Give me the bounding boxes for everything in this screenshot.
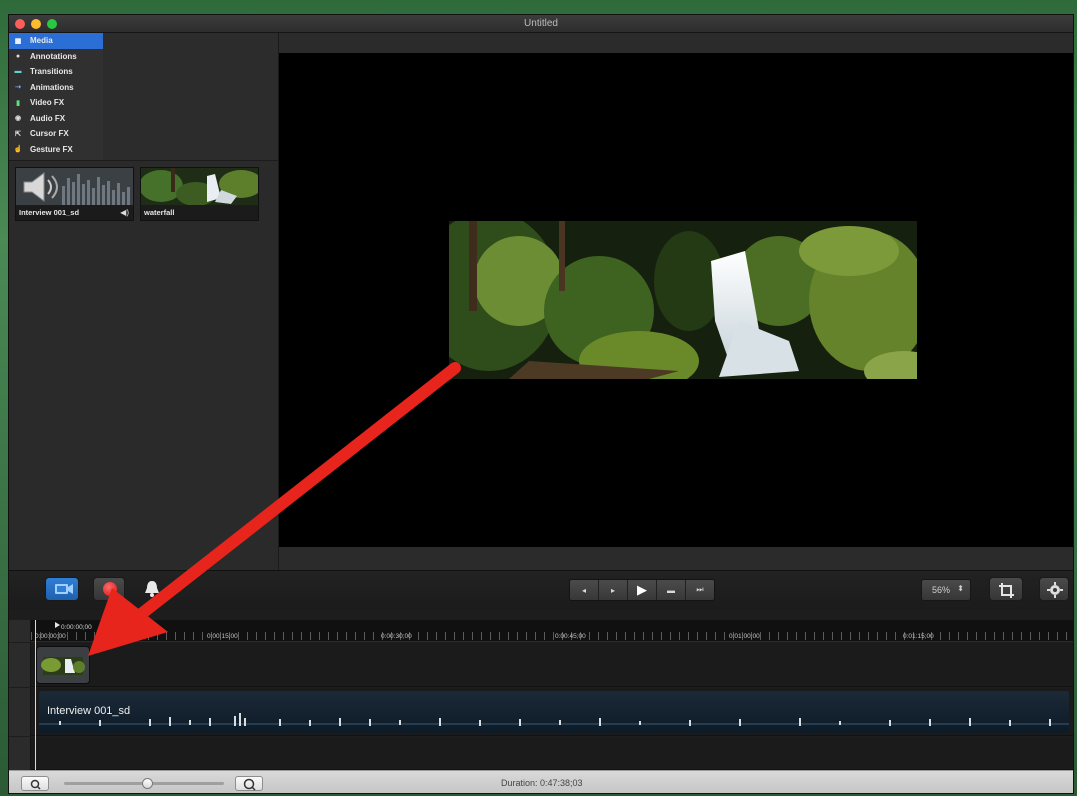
waterfall-preview-image[interactable] — [449, 221, 917, 379]
transitions-icon: ▬ — [14, 68, 22, 76]
gesture-fx-icon: ☝ — [13, 146, 23, 154]
library-sidebar: ▦ Media ● Annotations ▬ Transitions ⇢ An… — [9, 33, 279, 588]
category-label: Transitions — [30, 67, 73, 77]
category-gesture-fx[interactable]: ☝ Gesture FX — [9, 142, 103, 158]
media-item-audio[interactable]: Interview 001_sd ◀) — [15, 167, 134, 221]
category-transitions[interactable]: ▬ Transitions — [9, 64, 103, 80]
category-detail-panel — [103, 33, 278, 160]
audio-badge-icon: ◀) — [120, 208, 129, 217]
zoom-value: 56% — [932, 585, 951, 595]
rewind-button[interactable]: ◂ — [570, 580, 599, 600]
annotations-icon: ● — [15, 52, 21, 60]
category-label: Video FX — [30, 98, 65, 108]
settings-button[interactable] — [1039, 577, 1069, 601]
crop-icon — [999, 583, 1014, 598]
duration-label: Duration: 0:47:38;03 — [501, 778, 583, 788]
tick-label: 0:00:45;00 — [555, 633, 586, 640]
timeline-zoom-slider[interactable] — [64, 778, 224, 789]
zoom-in-button[interactable] — [235, 776, 263, 791]
media-icon: ▦ — [14, 37, 22, 45]
zoom-in-icon — [243, 778, 256, 791]
step-forward-button[interactable]: ▸ — [599, 580, 628, 600]
category-cursor-fx[interactable]: ⇱ Cursor FX — [9, 126, 103, 142]
category-label: Media — [30, 36, 53, 46]
waterfall-thumbnail — [141, 168, 258, 206]
tick-label: 0:00:15;00 — [207, 633, 238, 640]
tick-label: 0:01:00;00 — [729, 633, 760, 640]
app-window: Untitled ▦ Media ● Annotations ▬ Transit… — [8, 14, 1074, 794]
title-bar: Untitled — [9, 15, 1073, 33]
canvas-footer — [279, 547, 1073, 570]
cursor-fx-icon: ⇱ — [15, 130, 21, 138]
slider-knob[interactable] — [142, 778, 153, 789]
editor-toolbar: ◂ ▸ ▶ ▬ ⏭ 56% ⬍ — [9, 570, 1073, 610]
ruler-gutter — [9, 620, 31, 642]
gear-icon — [1047, 582, 1063, 598]
tick-label: 0:00:00;00 — [35, 633, 66, 640]
interview-audio-clip[interactable]: Interview 001_sd — [39, 691, 1069, 733]
category-label: Animations — [30, 82, 74, 92]
playhead-time: 0:00:00;00 — [61, 624, 92, 631]
stepper-icon: ⬍ — [957, 584, 964, 593]
category-media[interactable]: ▦ Media — [9, 33, 103, 49]
category-audio-fx[interactable]: ◉ Audio FX — [9, 111, 103, 127]
video-fx-icon: ▮ — [16, 99, 20, 107]
category-label: Audio FX — [30, 113, 66, 123]
animations-icon: ⇢ — [15, 84, 21, 92]
canvas-zoom-select[interactable]: 56% ⬍ — [921, 579, 971, 601]
record-button[interactable] — [93, 577, 125, 601]
tick-label: 0:00:30;00 — [381, 633, 412, 640]
status-bar: Duration: 0:47:38;03 — [9, 770, 1073, 793]
category-annotations[interactable]: ● Annotations — [9, 49, 103, 65]
playhead-flag-icon — [55, 622, 60, 628]
track-1-header[interactable] — [9, 643, 31, 687]
audio-waveform-thumbnail — [16, 168, 133, 206]
category-video-fx[interactable]: ▮ Video FX — [9, 95, 103, 111]
audio-clip-label: Interview 001_sd — [47, 705, 131, 717]
track-3-header[interactable] — [9, 737, 31, 770]
audio-fx-icon: ◉ — [14, 115, 22, 123]
play-button[interactable]: ▶ — [628, 580, 657, 600]
media-item-label: Interview 001_sd — [16, 205, 133, 220]
media-item-label: waterfall — [141, 205, 258, 220]
preview-canvas[interactable] — [279, 53, 1073, 547]
track-2-header[interactable] — [9, 688, 31, 736]
category-list: ▦ Media ● Annotations ▬ Transitions ⇢ An… — [9, 33, 103, 160]
window-title: Untitled — [524, 18, 558, 29]
video-track[interactable] — [31, 643, 1073, 687]
time-ruler[interactable]: 0:00:00;00 0:00:00;00 0:00:15;00 0:00:30… — [31, 620, 1073, 642]
category-label: Annotations — [30, 51, 77, 61]
media-library: Interview 001_sd ◀) waterfall — [9, 160, 278, 588]
stop-button[interactable]: ▬ — [657, 580, 686, 600]
category-label: Cursor FX — [30, 129, 69, 139]
transport-controls: ◂ ▸ ▶ ▬ ⏭ — [569, 579, 715, 601]
media-item-image[interactable]: waterfall — [140, 167, 259, 221]
empty-track[interactable] — [31, 737, 1073, 770]
zoom-out-icon — [30, 779, 41, 790]
category-label: Gesture FX — [30, 144, 73, 154]
skip-to-end-button[interactable]: ⏭ — [686, 580, 714, 600]
category-animations[interactable]: ⇢ Animations — [9, 80, 103, 96]
zoom-out-button[interactable] — [21, 776, 49, 791]
tick-label: 0:01:15;00 — [903, 633, 934, 640]
camera-recording-icon — [55, 584, 73, 594]
playhead[interactable] — [35, 620, 36, 770]
record-icon — [103, 582, 117, 596]
notification-bell-icon[interactable] — [142, 579, 162, 599]
timeline: 0:00:00;00 0:00:00;00 0:00:15;00 0:00:30… — [9, 610, 1073, 770]
screen-recording-button[interactable] — [45, 577, 79, 601]
canvas-header — [279, 33, 1073, 53]
crop-button[interactable] — [989, 577, 1023, 601]
audio-track[interactable]: Interview 001_sd — [31, 688, 1073, 736]
waterfall-clip[interactable] — [36, 646, 90, 684]
